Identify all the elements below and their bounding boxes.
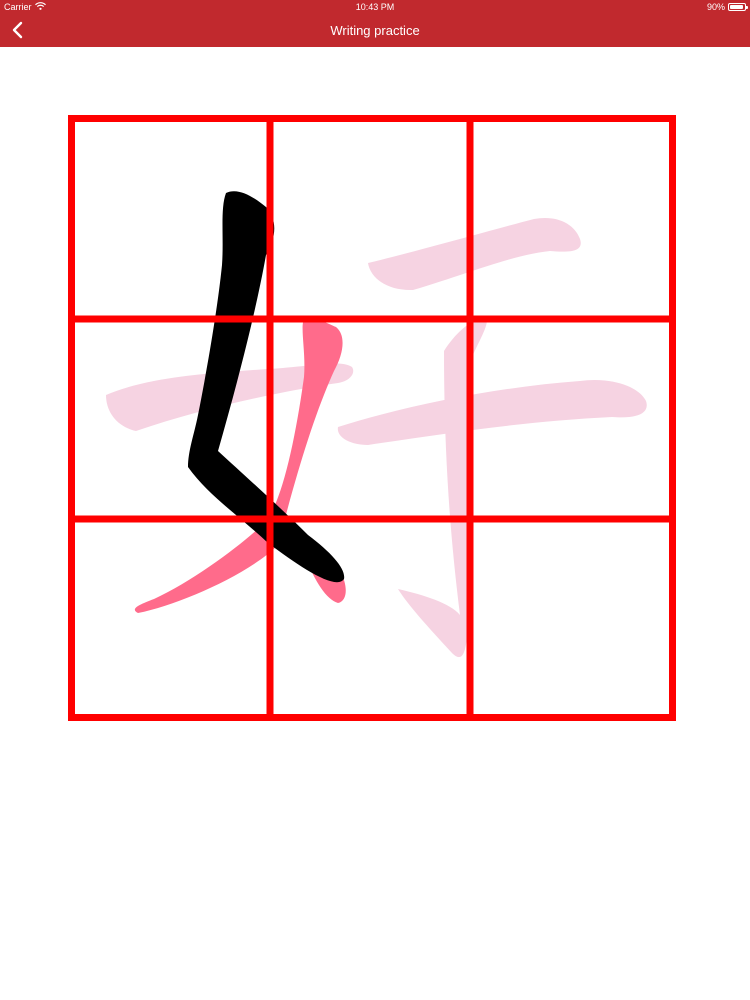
battery-percent: 90%	[706, 2, 725, 12]
status-right: 90%	[706, 0, 748, 14]
navigation-bar: Writing practice	[0, 14, 750, 47]
app-header: Carrier 10:43 PM 90% Writing practice	[0, 0, 750, 47]
stroke-6-pending	[337, 379, 647, 445]
stroke-4-pending	[368, 217, 581, 291]
character-grid	[68, 115, 676, 721]
stroke-5-pending	[398, 317, 487, 658]
page-title: Writing practice	[330, 23, 420, 38]
battery-level-fill	[730, 5, 743, 9]
battery-icon	[728, 3, 748, 11]
writing-practice-canvas[interactable]	[68, 115, 676, 721]
status-bar: Carrier 10:43 PM 90%	[0, 0, 750, 14]
status-time: 10:43 PM	[355, 2, 395, 12]
